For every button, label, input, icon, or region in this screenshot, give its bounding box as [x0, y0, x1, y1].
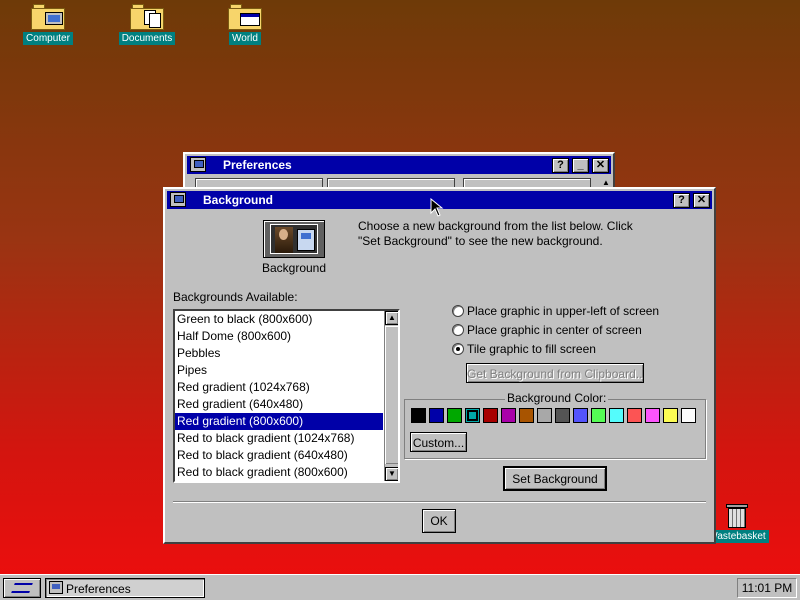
- scroll-up-button[interactable]: ▲: [385, 311, 398, 325]
- set-background-button[interactable]: Set Background: [503, 466, 607, 491]
- desktop-icon-world[interactable]: World: [210, 4, 280, 45]
- preferences-window: Preferences ? _ ✕ ▲: [183, 152, 615, 192]
- color-swatch[interactable]: [501, 408, 516, 423]
- folder-world-icon: [228, 4, 262, 30]
- list-item[interactable]: Red to black gradient (640x480): [175, 447, 383, 464]
- instructions-line-2: "Set Background" to see the new backgrou…: [358, 234, 603, 248]
- color-swatch[interactable]: [609, 408, 624, 423]
- task-label: Preferences: [66, 582, 131, 596]
- color-swatch[interactable]: [465, 408, 480, 423]
- start-icon: [11, 583, 33, 593]
- desktop-icon-computer[interactable]: Computer: [13, 4, 83, 45]
- background-preview-icon: [263, 220, 325, 258]
- taskbar: Preferences 11:01 PM: [0, 574, 800, 600]
- color-swatch[interactable]: [573, 408, 588, 423]
- start-button[interactable]: [3, 578, 41, 598]
- color-swatch[interactable]: [537, 408, 552, 423]
- radio-upper-left[interactable]: [452, 305, 464, 317]
- preferences-task-icon: [49, 581, 63, 594]
- color-swatch[interactable]: [591, 408, 606, 423]
- ok-button[interactable]: OK: [422, 509, 456, 533]
- listbox-items: Green to black (800x600) Half Dome (800x6…: [175, 311, 383, 481]
- desktop-icon-documents[interactable]: Documents: [112, 4, 182, 45]
- preferences-titlebar[interactable]: Preferences ? _ ✕: [187, 156, 611, 174]
- listbox-scrollbar[interactable]: ▲ ▼: [384, 311, 398, 481]
- background-color-label: Background Color:: [505, 391, 609, 405]
- color-swatch[interactable]: [681, 408, 696, 423]
- backgrounds-listbox[interactable]: Green to black (800x600) Half Dome (800x6…: [173, 309, 400, 483]
- color-swatch[interactable]: [429, 408, 444, 423]
- color-swatch[interactable]: [483, 408, 498, 423]
- background-icon-label: Background: [261, 261, 327, 275]
- window-title: Background: [203, 193, 274, 207]
- color-swatch[interactable]: [447, 408, 462, 423]
- wastebasket-icon: [726, 504, 748, 528]
- list-item[interactable]: Red gradient (1024x768): [175, 379, 383, 396]
- option-label: Tile graphic to fill screen: [467, 342, 596, 356]
- window-divider: [173, 501, 706, 503]
- list-item[interactable]: Pipes: [175, 362, 383, 379]
- taskbar-button-preferences[interactable]: Preferences: [45, 578, 205, 598]
- close-button[interactable]: ✕: [592, 158, 609, 173]
- list-item[interactable]: Green to black (800x600): [175, 311, 383, 328]
- desktop-icon-label: Computer: [23, 32, 73, 45]
- list-item[interactable]: Pebbles: [175, 345, 383, 362]
- scroll-thumb[interactable]: [385, 326, 398, 464]
- desktop-icon-label: World: [229, 32, 261, 45]
- custom-color-button[interactable]: Custom...: [410, 432, 467, 452]
- mouse-pointer-icon: [430, 198, 444, 217]
- list-item[interactable]: Half Dome (800x600): [175, 328, 383, 345]
- color-swatch[interactable]: [645, 408, 660, 423]
- clock: 11:01 PM: [737, 578, 797, 598]
- help-button[interactable]: ?: [552, 158, 569, 173]
- option-label: Place graphic in center of screen: [467, 323, 642, 337]
- color-swatch[interactable]: [519, 408, 534, 423]
- radio-tile[interactable]: [452, 343, 464, 355]
- desktop-icon-label: Documents: [118, 32, 176, 45]
- window-title: Preferences: [223, 158, 292, 172]
- list-item[interactable]: Red to black gradient (1024x768): [175, 430, 383, 447]
- list-item[interactable]: Red to black gradient (800x600): [175, 464, 383, 481]
- backgrounds-list-label: Backgrounds Available:: [173, 290, 298, 304]
- instructions-line-1: Choose a new background from the list be…: [358, 219, 633, 233]
- color-swatch[interactable]: [411, 408, 426, 423]
- list-item[interactable]: Red gradient (800x600): [175, 413, 383, 430]
- minimize-button[interactable]: _: [572, 158, 589, 173]
- close-button[interactable]: ✕: [693, 193, 710, 208]
- option-label: Place graphic in upper-left of screen: [467, 304, 660, 318]
- help-button[interactable]: ?: [673, 193, 690, 208]
- color-swatch[interactable]: [627, 408, 642, 423]
- folder-computer-icon: [31, 4, 65, 30]
- folder-documents-icon: [130, 4, 164, 30]
- color-swatch[interactable]: [555, 408, 570, 423]
- app-icon: [170, 192, 186, 207]
- app-icon: [190, 157, 206, 172]
- get-from-clipboard-button[interactable]: Get Background from Clipboard...: [466, 363, 644, 383]
- color-swatch[interactable]: [663, 408, 678, 423]
- scroll-down-button[interactable]: ▼: [385, 467, 398, 481]
- radio-center[interactable]: [452, 324, 464, 336]
- list-item[interactable]: Red gradient (640x480): [175, 396, 383, 413]
